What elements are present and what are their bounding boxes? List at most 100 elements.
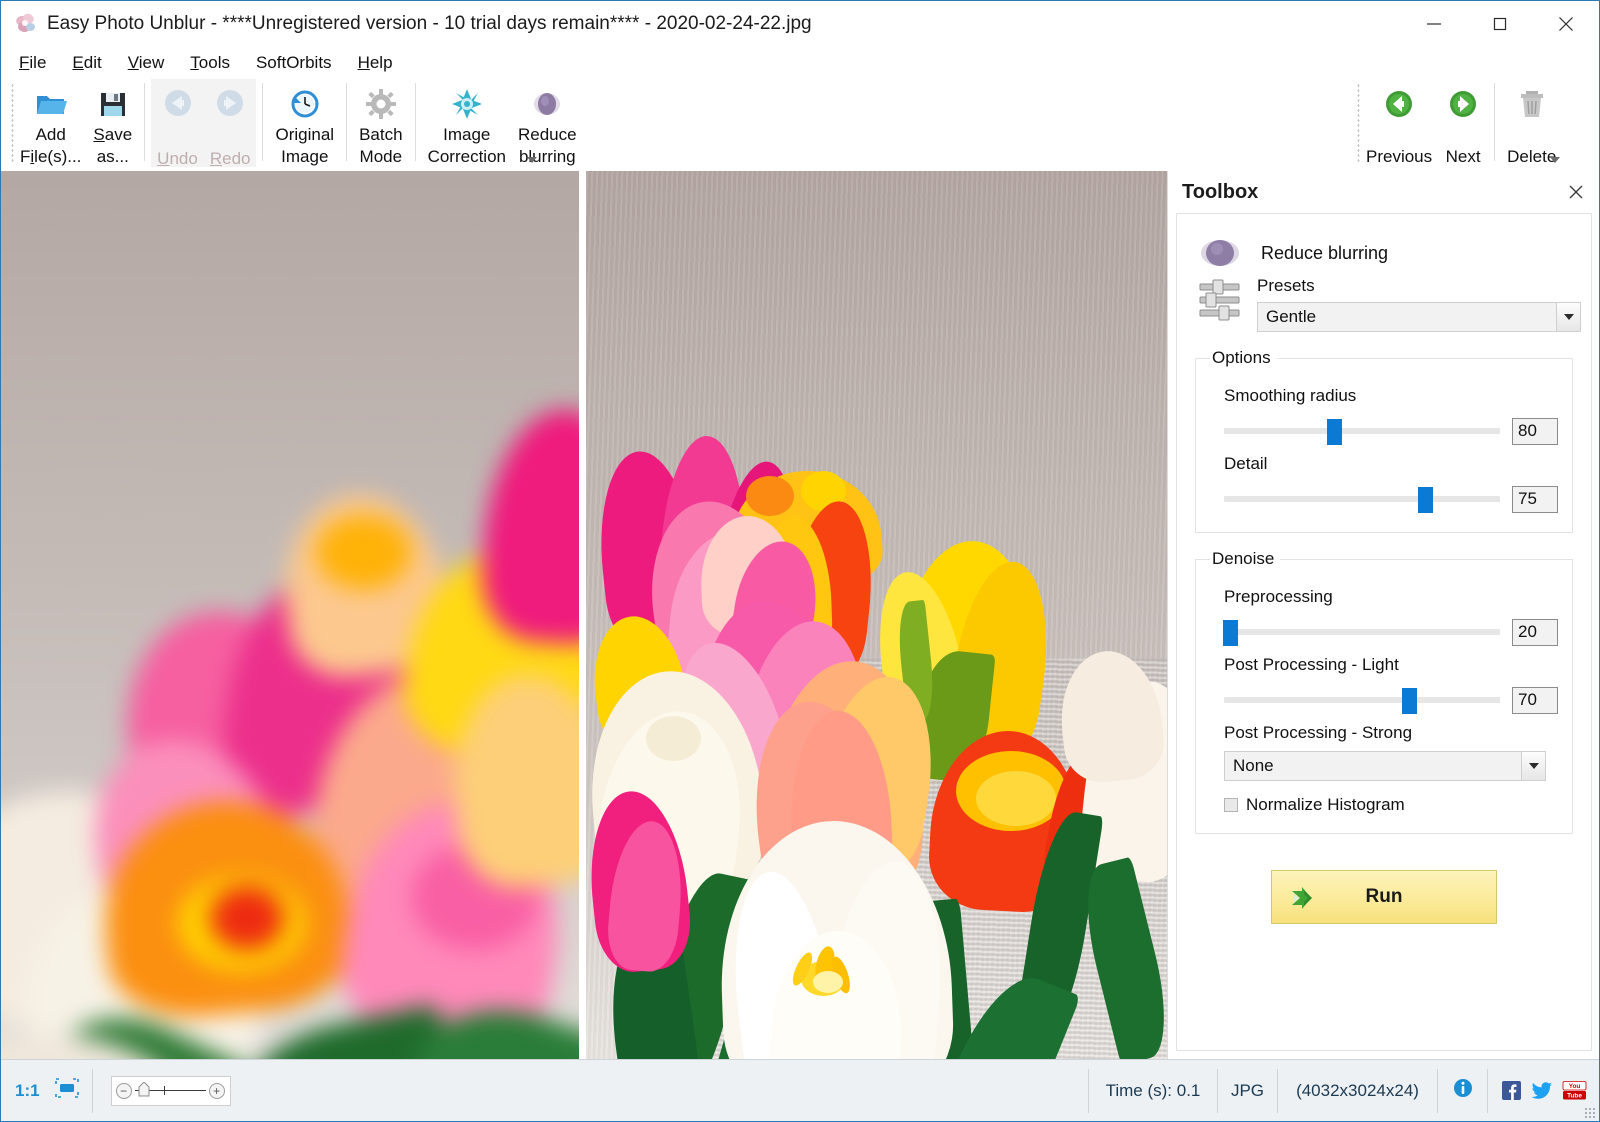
menu-file[interactable]: FFileile	[17, 51, 48, 75]
options-group: Options Smoothing radius 80 Detail 75	[1195, 348, 1573, 533]
post-processing-light-thumb[interactable]	[1402, 688, 1417, 714]
unblurred-result-preview[interactable]	[586, 171, 1167, 1059]
post-processing-light-slider[interactable]	[1224, 685, 1500, 715]
redo-button[interactable]: Redo	[204, 79, 257, 167]
presets-select[interactable]: Gentle	[1257, 302, 1581, 332]
save-icon	[94, 85, 132, 123]
image-correction-icon	[448, 85, 486, 123]
smoothing-radius-slider[interactable]	[1224, 416, 1500, 446]
trash-icon	[1513, 85, 1551, 123]
toolbar-separator-5	[1494, 83, 1495, 161]
gear-icon	[362, 85, 400, 123]
fit-to-window-icon	[54, 1077, 80, 1104]
post-processing-strong-value: None	[1225, 756, 1274, 776]
preprocessing-value[interactable]: 20	[1512, 619, 1558, 646]
window-title: Easy Photo Unblur - ****Unregistered ver…	[47, 13, 812, 35]
twitter-icon[interactable]	[1531, 1080, 1553, 1102]
normalize-histogram-checkbox[interactable]	[1224, 798, 1238, 812]
svg-text:Tube: Tube	[1567, 1093, 1582, 1100]
denoise-group: Denoise Preprocessing 20 Post Processing…	[1195, 549, 1573, 834]
next-button[interactable]: Next	[1438, 79, 1488, 167]
delete-button[interactable]: Delete	[1501, 79, 1562, 167]
zoom-thumb[interactable]	[138, 1082, 150, 1097]
preprocessing-thumb[interactable]	[1223, 620, 1238, 646]
save-as-label-2: as...	[97, 148, 129, 165]
menu-help[interactable]: Help	[356, 51, 395, 75]
photo-blurred	[1, 171, 579, 1059]
smoothing-radius-value[interactable]: 80	[1512, 418, 1558, 445]
info-button[interactable]	[1438, 1069, 1488, 1113]
close-button[interactable]	[1533, 1, 1599, 47]
youtube-icon[interactable]: You Tube	[1562, 1080, 1587, 1102]
status-bar: 1:1 − +	[1, 1059, 1599, 1121]
toolbar-separator-4	[415, 83, 416, 161]
post-processing-light-value[interactable]: 70	[1512, 687, 1558, 714]
zoom-ratio-cell[interactable]: 1:1	[1, 1069, 50, 1113]
toolbar-overflow-chevron[interactable]	[526, 155, 539, 167]
presets-selected-value: Gentle	[1258, 307, 1316, 327]
save-as-label-1: Save	[93, 126, 132, 143]
blurred-original-preview[interactable]	[1, 171, 579, 1059]
zoom-slider[interactable]: − +	[111, 1076, 231, 1106]
menu-view[interactable]: View	[126, 51, 167, 75]
photo-sharp	[586, 171, 1167, 1059]
zoom-in-button[interactable]: +	[209, 1083, 225, 1099]
zoom-slider-cell: − +	[93, 1069, 249, 1113]
toolbox-close-button[interactable]	[1565, 181, 1587, 203]
save-as-button[interactable]: Save as...	[87, 79, 138, 167]
compare-divider[interactable]	[579, 171, 586, 1059]
detail-label: Detail	[1224, 454, 1558, 474]
batch-mode-button[interactable]: Batch Mode	[353, 79, 408, 167]
run-button[interactable]: Run	[1271, 870, 1497, 924]
image-correction-button[interactable]: Image Correction	[422, 79, 512, 167]
resize-grip[interactable]	[1584, 1107, 1596, 1119]
smoothing-radius-label: Smoothing radius	[1224, 386, 1558, 406]
next-label: Next	[1446, 148, 1481, 165]
original-image-button[interactable]: Original Image	[269, 79, 340, 167]
detail-thumb[interactable]	[1418, 487, 1433, 513]
normalize-histogram-row[interactable]: Normalize Histogram	[1224, 795, 1558, 815]
active-tool-name: Reduce blurring	[1261, 243, 1388, 264]
toolbar-overflow-chevron-right[interactable]	[1549, 155, 1562, 167]
reduce-blurring-button[interactable]: Reduce blurring	[512, 79, 583, 167]
toolbar-separator-3	[346, 83, 347, 161]
facebook-icon[interactable]	[1500, 1080, 1522, 1102]
post-processing-strong-select[interactable]: None	[1224, 751, 1546, 781]
original-image-label-1: Original	[275, 126, 334, 143]
menu-edit[interactable]: Edit	[70, 51, 103, 75]
post-processing-light-label: Post Processing - Light	[1224, 655, 1558, 675]
add-files-button[interactable]: Add File(s)...	[14, 79, 87, 167]
window-controls	[1401, 1, 1599, 47]
run-button-wrap: Run	[1187, 870, 1581, 924]
undo-button[interactable]: Undo	[151, 79, 204, 167]
reduce-blurring-icon	[528, 85, 566, 123]
application-window: Easy Photo Unblur - ****Unregistered ver…	[0, 0, 1600, 1122]
zoom-in-label: +	[213, 1085, 220, 1097]
detail-slider[interactable]	[1224, 484, 1500, 514]
app-icon	[15, 13, 37, 35]
file-format: JPG	[1218, 1069, 1278, 1113]
reduce-blurring-label-1: Reduce	[518, 126, 577, 143]
fit-to-window-button[interactable]	[50, 1069, 93, 1113]
sliders-icon	[1197, 276, 1243, 326]
smoothing-radius-row: 80	[1224, 416, 1558, 446]
toolbox-body: Reduce blurring	[1176, 213, 1592, 1051]
menu-softorbits[interactable]: SoftOrbits	[254, 51, 334, 75]
chevron-down-icon[interactable]	[1556, 303, 1580, 331]
chevron-down-icon-2[interactable]	[1521, 752, 1545, 780]
minimize-button[interactable]	[1401, 1, 1467, 47]
image-compare-canvas[interactable]	[1, 171, 1167, 1059]
redo-label: Redo	[210, 150, 251, 167]
social-links: You Tube	[1488, 1069, 1599, 1113]
detail-value[interactable]: 75	[1512, 486, 1558, 513]
menu-tools[interactable]: Tools	[188, 51, 232, 75]
previous-button[interactable]: Previous	[1360, 79, 1438, 167]
maximize-button[interactable]	[1467, 1, 1533, 47]
toolbar-right-group: Previous Next	[1357, 79, 1562, 171]
menu-bar: FFileile Edit View Tools SoftOrbits Help	[1, 47, 1599, 79]
toolbox-panel: Toolbox Reduce blurring	[1167, 171, 1599, 1059]
smoothing-radius-thumb[interactable]	[1327, 419, 1342, 445]
zoom-out-button[interactable]: −	[116, 1083, 132, 1099]
preprocessing-slider[interactable]	[1224, 617, 1500, 647]
reduce-blurring-icon	[1199, 236, 1241, 270]
